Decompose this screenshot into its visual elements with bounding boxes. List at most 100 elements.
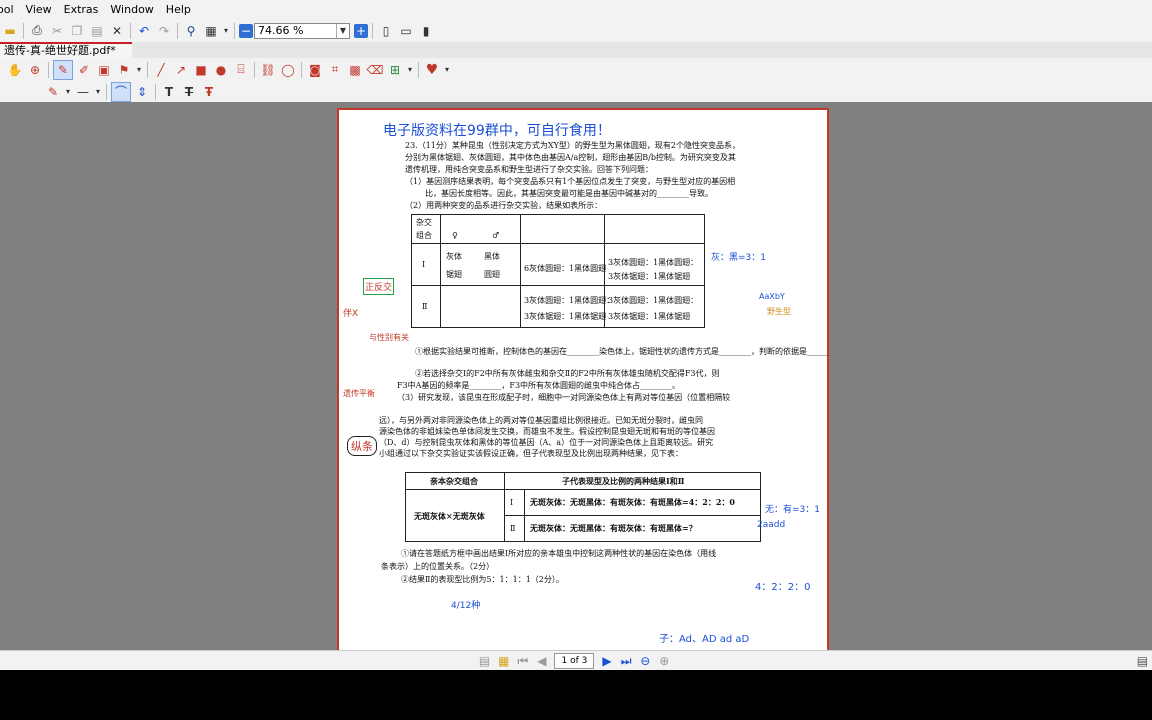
crop-icon[interactable]: ⌗ <box>326 61 344 79</box>
line-icon[interactable]: ╱ <box>152 61 170 79</box>
circle-icon[interactable]: ● <box>212 61 230 79</box>
handwritten-note: 遗传平衡 <box>343 389 375 398</box>
handwritten-note: AaXbY <box>759 292 785 301</box>
zoom-value: 74.66 % <box>258 24 304 37</box>
pressure-icon[interactable]: ⇕ <box>133 83 151 101</box>
table-cell: Ⅰ <box>510 498 514 507</box>
handwritten-note: 正反交 <box>363 278 395 295</box>
table-cell: 无斑灰体：无斑黑体：有斑灰体：有斑黑体=？ <box>530 523 697 533</box>
question-line: F3中A基因的频率是________，F3中所有灰体圆翅的雌虫中纯合体占____… <box>397 381 681 390</box>
eraser-icon[interactable]: ⌫ <box>366 61 384 79</box>
handwritten-note: 子：Ad、AD ad aD <box>659 634 750 645</box>
zoom-out-icon[interactable]: − <box>239 23 253 38</box>
question-line: （3）研究发现，该昆虫在形成配子时，细胞中一对同源染色体上有两对等位基因（位置相… <box>397 393 731 402</box>
copy-icon[interactable]: ❐ <box>68 22 86 40</box>
print-icon[interactable]: ⎙ <box>28 22 46 40</box>
redo-icon[interactable]: ↷ <box>155 22 173 40</box>
table-cell: 3灰体圆翅：1黑体圆翅： <box>608 296 699 305</box>
heart-icon[interactable]: ♥ <box>423 61 441 79</box>
smooth-line-icon[interactable]: ⌒ <box>111 81 131 102</box>
toolbar-separator <box>147 61 148 78</box>
previous-page-icon[interactable]: ◀ <box>533 652 550 670</box>
text-replace-icon[interactable]: Ŧ <box>200 83 218 101</box>
toolbar-separator <box>130 22 131 39</box>
handwritten-note: 野生型 <box>767 307 791 316</box>
link-icon[interactable]: ⛓ <box>259 61 277 79</box>
cut-icon[interactable]: ✂ <box>48 22 66 40</box>
chevron-down-icon[interactable]: ▼ <box>336 23 349 38</box>
menu-help[interactable]: Help <box>160 3 197 16</box>
table-cell: 锯翅 <box>446 270 462 279</box>
chevron-down-icon[interactable]: ▾ <box>94 83 102 101</box>
delete-icon[interactable]: ✕ <box>108 22 126 40</box>
page-layout-icon[interactable]: ▦ <box>495 652 512 670</box>
table-header: ♂ <box>492 231 500 240</box>
menu-bar: ool View Extras Window Help <box>0 0 1152 19</box>
toolbar-separator <box>177 22 178 39</box>
add-icon[interactable]: ⊞ <box>386 61 404 79</box>
text-strike-icon[interactable]: T <box>180 83 198 101</box>
toolbar-separator <box>155 83 156 100</box>
text-icon[interactable]: T <box>160 83 178 101</box>
highlight-icon[interactable]: ▩ <box>346 61 364 79</box>
open-folder-icon[interactable]: ▬ <box>1 22 19 40</box>
forward-icon[interactable]: ⊕ <box>656 652 673 670</box>
table-cell: 3灰体圆翅：1黑体圆翅： <box>524 296 615 305</box>
table-cell: 3灰体锯翅：1黑体锯翅 <box>524 312 607 321</box>
document-workspace[interactable]: 电子版资料在99群中，可自行食用！ 23.（11分）某种昆虫（性别决定方式为XY… <box>0 102 1152 650</box>
back-icon[interactable]: ⊖ <box>637 652 654 670</box>
stamp-icon[interactable]: ⚑ <box>115 61 133 79</box>
table-header: 亲本杂交组合 <box>430 476 478 486</box>
chevron-down-icon[interactable]: ▾ <box>443 61 451 79</box>
page-icon[interactable]: ▤ <box>476 652 493 670</box>
question-line: ①请在答题纸方框中画出结果Ⅰ所对应的亲本雄虫中控制这两种性状的基因在染色体（用线 <box>401 549 717 558</box>
table-cell: 3灰体锯翅：1黑体锯翅 <box>608 272 691 281</box>
measure-icon[interactable]: ⌸ <box>232 61 250 79</box>
menu-view[interactable]: View <box>20 3 58 16</box>
camera-icon[interactable]: ◙ <box>306 61 324 79</box>
full-screen-icon[interactable]: ▮ <box>417 22 435 40</box>
menu-tools[interactable]: ool <box>0 3 20 16</box>
last-page-icon[interactable]: ⏭ <box>618 652 635 670</box>
chevron-down-icon[interactable]: ▾ <box>135 61 143 79</box>
scan-icon[interactable]: ▦ <box>202 22 220 40</box>
handwritten-note: 无：有=3：1 <box>765 505 820 515</box>
page-indicator[interactable]: 1 of 3 <box>554 653 595 669</box>
question-line: 条表示）上的位置关系。（2分） <box>381 562 495 571</box>
next-page-icon[interactable]: ▶ <box>598 652 615 670</box>
question-line: 遗传机理，用纯合突变品系和野生型进行了杂交实验。回答下列问题： <box>405 165 653 174</box>
menu-extras[interactable]: Extras <box>58 3 105 16</box>
undo-icon[interactable]: ↶ <box>135 22 153 40</box>
menu-window[interactable]: Window <box>104 3 159 16</box>
zoom-select[interactable]: 74.66 % ▼ <box>254 22 350 39</box>
chevron-down-icon[interactable]: ▾ <box>64 83 72 101</box>
handwritten-note: 2aadd <box>757 520 786 530</box>
question-line: ②结果Ⅱ的表现型比例为5：1：1：1（2分）。 <box>401 575 564 584</box>
fit-page-icon[interactable]: ▯ <box>377 22 395 40</box>
pdf-page[interactable]: 电子版资料在99群中，可自行食用！ 23.（11分）某种昆虫（性别决定方式为XY… <box>337 108 829 650</box>
zoom-in-icon[interactable]: + <box>354 23 368 38</box>
toolbar-separator <box>23 22 24 39</box>
table-cell: 6灰体圆翅：1黑体圆翅 <box>524 264 607 273</box>
zoom-tool-icon[interactable]: ⊕ <box>26 61 44 79</box>
hand-icon[interactable]: ✋ <box>6 61 24 79</box>
rectangle-icon[interactable]: ■ <box>192 61 210 79</box>
pen-icon[interactable]: ✐ <box>75 61 93 79</box>
lasso-icon[interactable]: ◯ <box>279 61 297 79</box>
pencil-icon[interactable]: ✎ <box>53 59 73 80</box>
line-width-icon[interactable]: — <box>74 83 92 101</box>
panel-icon[interactable]: ▤ <box>1134 652 1151 670</box>
paste-icon[interactable]: ▤ <box>88 22 106 40</box>
first-page-icon[interactable]: ⏮ <box>514 652 531 670</box>
toolbar-separator <box>106 83 107 100</box>
arrow-icon[interactable]: ↗ <box>172 61 190 79</box>
table-cell: 无斑灰体×无斑灰体 <box>414 511 485 521</box>
handwritten-note: 伴X <box>343 309 359 319</box>
fit-width-icon[interactable]: ▭ <box>397 22 415 40</box>
image-icon[interactable]: ▣ <box>95 61 113 79</box>
find-icon[interactable]: ⚲ <box>182 22 200 40</box>
chevron-down-icon[interactable]: ▾ <box>406 61 414 79</box>
document-tab[interactable]: 遗传-真-绝世好题.pdf* <box>0 42 132 58</box>
chevron-down-icon[interactable]: ▾ <box>222 22 230 40</box>
color-picker-icon[interactable]: ✎ <box>44 83 62 101</box>
